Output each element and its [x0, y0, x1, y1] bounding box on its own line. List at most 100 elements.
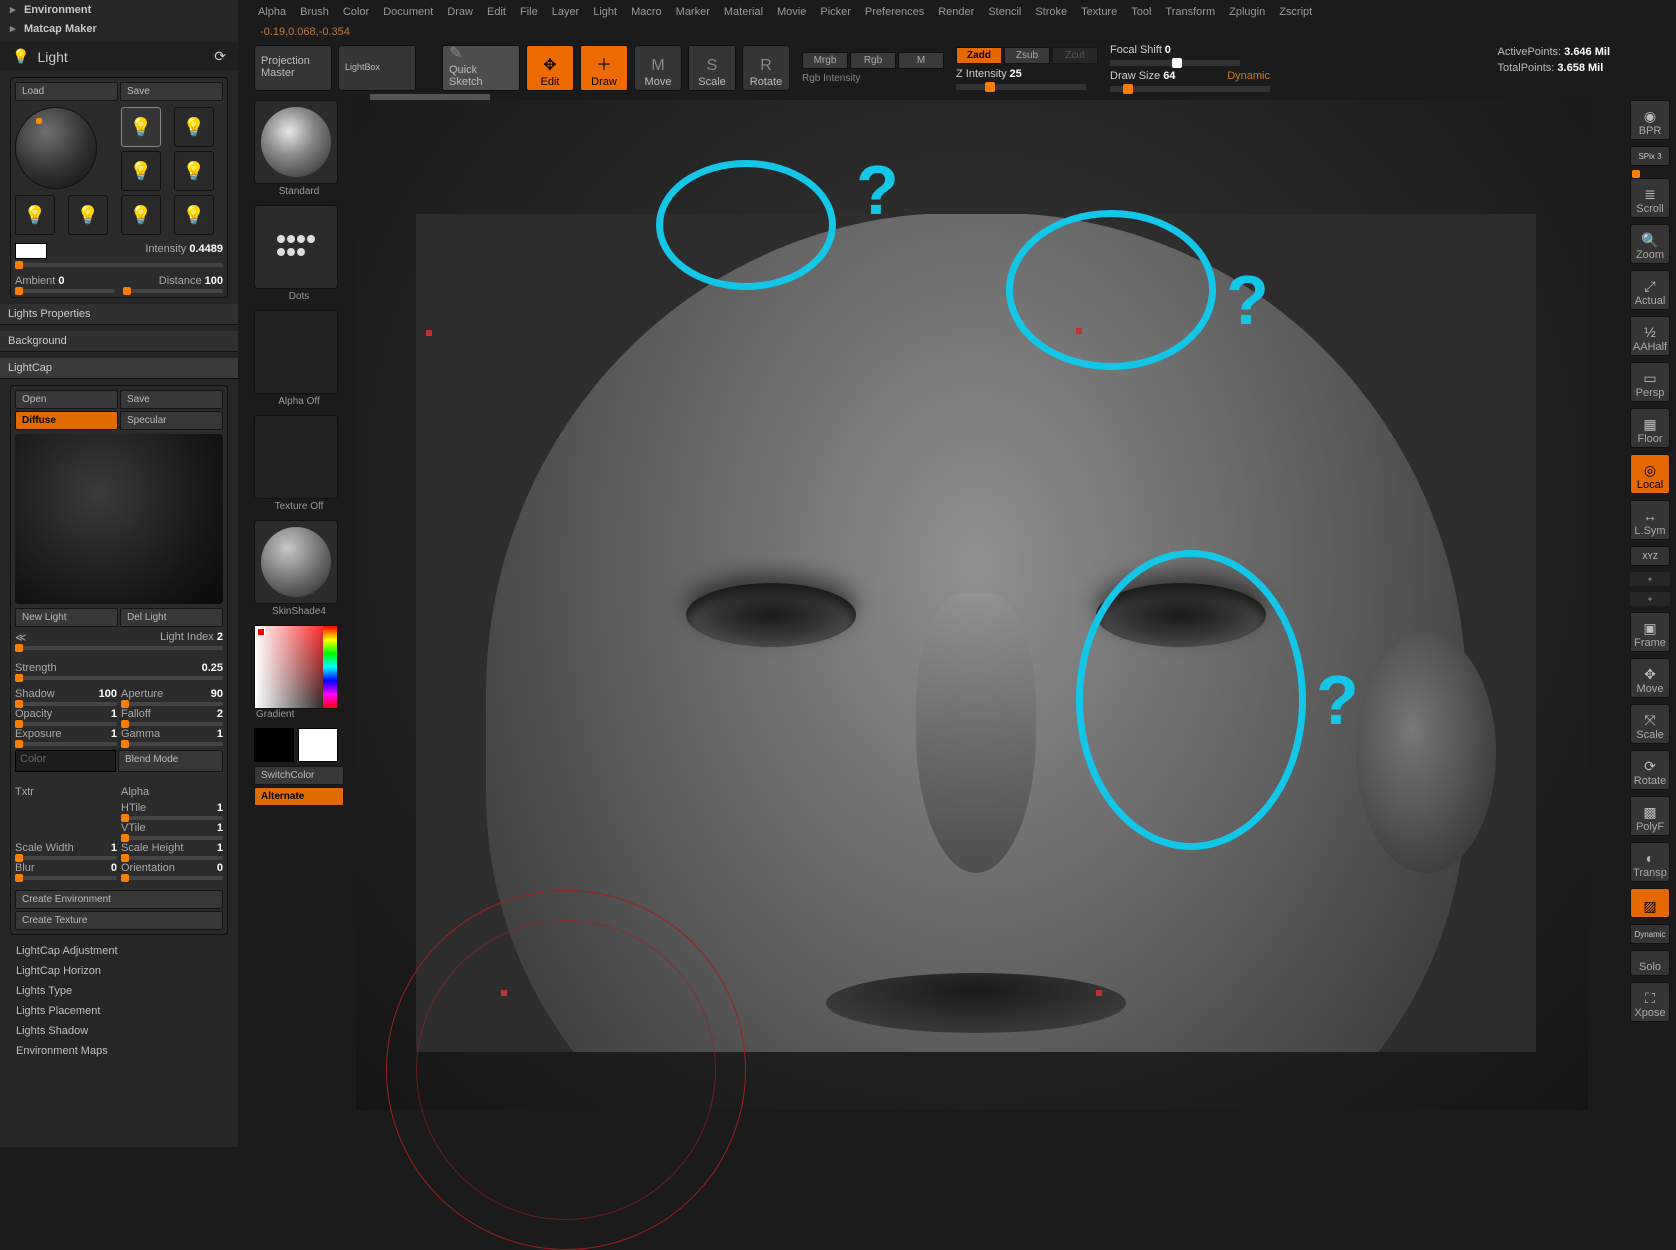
gamma-slider[interactable] [121, 742, 223, 746]
quick-sketch-button[interactable]: ✎Quick Sketch [442, 45, 520, 91]
lsym-button[interactable]: ↔L.Sym [1630, 500, 1670, 540]
tree-lights-shadow[interactable]: Lights Shadow [0, 1021, 238, 1041]
refresh-icon[interactable]: ⟳ [214, 48, 226, 65]
palette-header-light[interactable]: 💡 Light ⟳ [0, 42, 238, 71]
hue-strip[interactable] [323, 626, 337, 708]
floor-button[interactable]: ▦Floor [1630, 408, 1670, 448]
menu-alpha[interactable]: Alpha [258, 6, 286, 18]
menu-transform[interactable]: Transform [1165, 6, 1215, 18]
menu-draw[interactable]: Draw [447, 6, 473, 18]
blur-slider[interactable] [15, 876, 117, 880]
menu-file[interactable]: File [520, 6, 538, 18]
menu-render[interactable]: Render [938, 6, 974, 18]
menu-color[interactable]: Color [343, 6, 369, 18]
subhdr-background[interactable]: Background [0, 331, 238, 352]
rotate-mode-button[interactable]: RRotate [742, 45, 790, 91]
draw-size-slider[interactable] [1110, 86, 1270, 92]
local-button[interactable]: ◎Local [1630, 454, 1670, 494]
grad-white-swatch[interactable] [298, 728, 338, 762]
mrgb-button[interactable]: Mrgb [802, 52, 848, 69]
menu-document[interactable]: Document [383, 6, 433, 18]
light-save-button[interactable]: Save [120, 82, 223, 101]
strength-slider[interactable] [15, 676, 223, 680]
aperture-slider[interactable] [121, 702, 223, 706]
frame-button[interactable]: ▣Frame [1630, 612, 1670, 652]
menu-zplugin[interactable]: Zplugin [1229, 6, 1265, 18]
transpose-handle-3[interactable] [501, 990, 507, 996]
canvas-area[interactable]: ? ? ? [356, 100, 1588, 1110]
light-direction-sphere[interactable] [15, 107, 97, 189]
m-button[interactable]: M [898, 52, 944, 69]
solo-button[interactable]: Solo [1630, 950, 1670, 976]
menu-marker[interactable]: Marker [676, 6, 710, 18]
ghost-button[interactable]: ▨ [1630, 888, 1670, 918]
lightcap-specular-button[interactable]: Specular [120, 411, 223, 430]
draw-mode-button[interactable]: ＋Draw [580, 45, 628, 91]
menu-brush[interactable]: Brush [300, 6, 329, 18]
lightbox-button[interactable]: LightBox [338, 45, 416, 91]
light-slot-7[interactable]: 💡 [121, 195, 161, 235]
ambient-slider[interactable] [15, 289, 115, 293]
tree-matcap-maker[interactable]: ▸Matcap Maker [0, 19, 238, 38]
transpose-handle-2[interactable] [1076, 328, 1082, 334]
zsub-button[interactable]: Zsub [1004, 47, 1050, 64]
xpose-button[interactable]: ⛶Xpose [1630, 982, 1670, 1022]
light-slot-3[interactable]: 💡 [121, 151, 161, 191]
orientation-slider[interactable] [121, 876, 223, 880]
menu-movie[interactable]: Movie [777, 6, 806, 18]
menu-macro[interactable]: Macro [631, 6, 662, 18]
menu-texture[interactable]: Texture [1081, 6, 1117, 18]
menu-preferences[interactable]: Preferences [865, 6, 924, 18]
exposure-slider[interactable] [15, 742, 117, 746]
light-color-swatch[interactable] [15, 243, 47, 259]
grad-black-swatch[interactable] [254, 728, 294, 762]
opacity-slider[interactable] [15, 722, 117, 726]
blend-mode-button[interactable]: Blend Mode [118, 750, 223, 772]
color-picker[interactable] [254, 625, 338, 709]
subhdr-lightcap[interactable]: LightCap [0, 358, 238, 379]
switchcolor-button[interactable]: SwitchColor [254, 766, 344, 785]
lightcap-open-button[interactable]: Open [15, 390, 118, 409]
new-light-button[interactable]: New Light [15, 608, 118, 627]
light-slot-8[interactable]: 💡 [174, 195, 214, 235]
lightcap-diffuse-button[interactable]: Diffuse [15, 411, 118, 430]
shadow-slider[interactable] [15, 702, 117, 706]
tree-lights-placement[interactable]: Lights Placement [0, 1001, 238, 1021]
transp-button[interactable]: ◐Transp [1630, 842, 1670, 882]
tree-lightcap-adjust[interactable]: LightCap Adjustment [0, 941, 238, 961]
actual-button[interactable]: ⤢Actual [1630, 270, 1670, 310]
light-slot-2[interactable]: 💡 [174, 107, 214, 147]
xyz-indicator[interactable]: XYZ [1630, 546, 1670, 566]
distance-slider[interactable] [123, 289, 223, 293]
move-mode-button[interactable]: MMove [634, 45, 682, 91]
viewport[interactable] [416, 214, 1536, 1052]
menu-material[interactable]: Material [724, 6, 763, 18]
light-slot-6[interactable]: 💡 [68, 195, 108, 235]
polyf-button[interactable]: ▩PolyF [1630, 796, 1670, 836]
axis-plus-1[interactable]: ✦ [1630, 572, 1670, 586]
create-env-button[interactable]: Create Environment [15, 890, 223, 909]
lightcap-preview-sphere[interactable] [15, 434, 223, 604]
htile-slider[interactable] [121, 816, 223, 820]
tree-env-maps[interactable]: Environment Maps [0, 1041, 238, 1061]
transpose-handle-1[interactable] [426, 330, 432, 336]
rgb-button[interactable]: Rgb [850, 52, 896, 69]
menu-stencil[interactable]: Stencil [988, 6, 1021, 18]
menu-light[interactable]: Light [593, 6, 617, 18]
zoom-button[interactable]: 🔍Zoom [1630, 224, 1670, 264]
lightcap-save-button[interactable]: Save [120, 390, 223, 409]
nav-move-button[interactable]: ✥Move [1630, 658, 1670, 698]
scale-mode-button[interactable]: SScale [688, 45, 736, 91]
stroke-thumb[interactable] [254, 205, 338, 289]
light-index-slider[interactable] [15, 646, 223, 650]
aahalf-button[interactable]: ½AAHalf [1630, 316, 1670, 356]
scalewidth-slider[interactable] [15, 856, 117, 860]
light-slot-1[interactable]: 💡 [121, 107, 161, 147]
transpose-handle-4[interactable] [1096, 990, 1102, 996]
light-slot-5[interactable]: 💡 [15, 195, 55, 235]
scaleheight-slider[interactable] [121, 856, 223, 860]
projection-master-button[interactable]: Projection Master [254, 45, 332, 91]
material-thumb[interactable] [254, 520, 338, 604]
bpr-button[interactable]: ◉BPR [1630, 100, 1670, 140]
light-load-button[interactable]: Load [15, 82, 118, 101]
